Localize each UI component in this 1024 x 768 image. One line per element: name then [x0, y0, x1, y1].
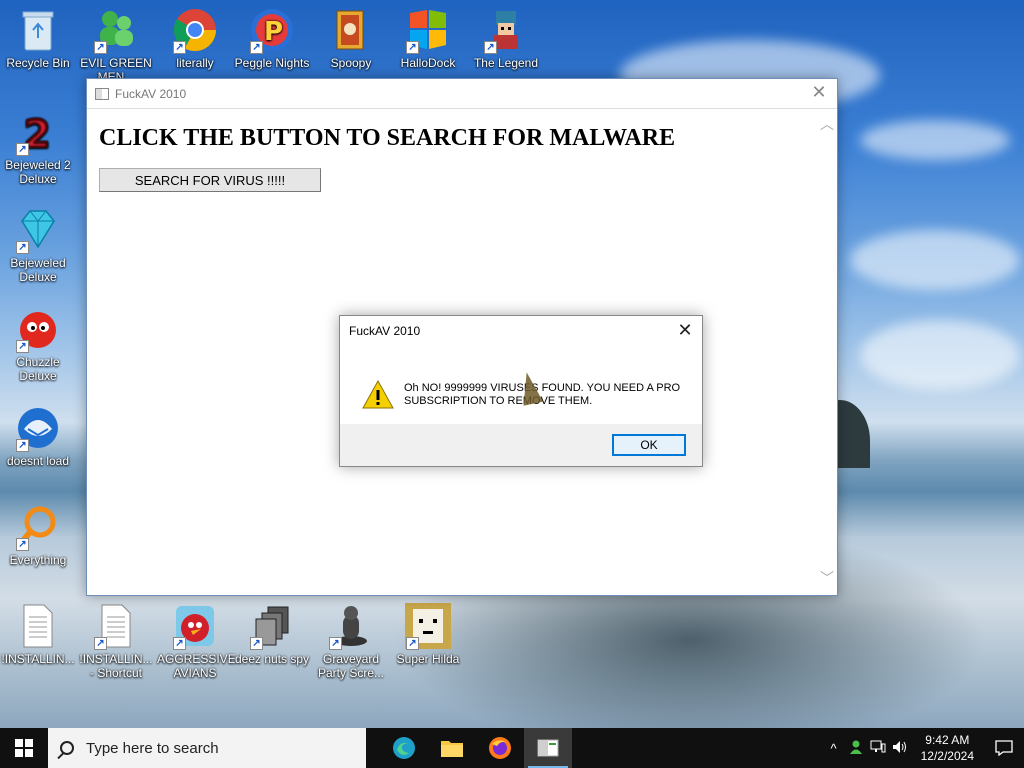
text-document-icon [14, 602, 62, 650]
clock-date: 12/2/2024 [920, 749, 974, 763]
shortcut-arrow-icon: ↗ [250, 637, 263, 650]
tray-person-icon[interactable] [845, 739, 867, 758]
hilda-pixel-icon: ↗ [404, 602, 452, 650]
desktop-icon-hallodock[interactable]: ↗ HalloDock [390, 6, 466, 70]
dialog-footer: OK [340, 424, 702, 466]
volume-icon[interactable] [889, 740, 911, 757]
wallpaper-cloud [860, 320, 1020, 390]
desktop-icon-bejeweled-2[interactable]: 2 ↗ Bejeweled 2 Deluxe [0, 108, 76, 186]
main-window-close-button[interactable]: ✕ [809, 84, 829, 104]
close-icon: ✕ [811, 82, 827, 103]
shortcut-arrow-icon: ↗ [16, 143, 29, 156]
page-headline: CLICK THE BUTTON TO SEARCH FOR MALWARE [99, 125, 676, 151]
green-men-icon: ↗ [92, 6, 140, 54]
desktop-icon-peggle-nights[interactable]: P ↗ Peggle Nights [234, 6, 310, 70]
shortcut-arrow-icon: ↗ [329, 637, 342, 650]
dialog-titlebar[interactable]: FuckAV 2010 [340, 316, 702, 346]
scroll-up-chevron-icon[interactable]: ︿ [819, 117, 835, 133]
desktop-icon-aggressive-avians[interactable]: ↗ AGGRESSIVE AVIANS [157, 602, 236, 680]
clock-time: 9:42 AM [925, 733, 970, 747]
taskbar-file-explorer-button[interactable] [428, 728, 476, 768]
recycle-bin-icon [14, 6, 62, 54]
bejeweled-2-icon: 2 ↗ [14, 108, 62, 156]
shortcut-arrow-icon: ↗ [16, 340, 29, 353]
dialog-title: FuckAV 2010 [349, 324, 421, 338]
desktop-icon-graveyard-party[interactable]: ↗ Graveyard Party Scre... [313, 602, 389, 680]
desktop-icon-recycle-bin[interactable]: Recycle Bin [0, 6, 76, 70]
angry-bird-icon: ↗ [171, 602, 219, 650]
shortcut-arrow-icon: ↗ [16, 538, 29, 551]
shortcut-arrow-icon: ↗ [484, 41, 497, 54]
legend-character-icon: ↗ [482, 6, 530, 54]
desktop-icon-evil-green-men[interactable]: ↗ EVIL GREEN MEN... [78, 6, 154, 84]
warning-icon [362, 380, 394, 409]
chuzzle-icon: ↗ [14, 305, 62, 353]
shortcut-arrow-icon: ↗ [406, 41, 419, 54]
graveyard-icon: ↗ [327, 602, 375, 650]
text-document-icon: ↗ [92, 602, 140, 650]
taskbar-firefox-button[interactable] [476, 728, 524, 768]
start-button[interactable] [0, 728, 48, 768]
everything-search-icon: ↗ [14, 503, 62, 551]
desktop-icon-chuzzle[interactable]: ↗ Chuzzle Deluxe [0, 305, 76, 383]
taskbar-edge-button[interactable] [380, 728, 428, 768]
search-icon [60, 741, 74, 755]
shortcut-arrow-icon: ↗ [173, 41, 186, 54]
stacked-windows-icon: ↗ [248, 602, 296, 650]
main-window-titlebar[interactable]: FuckAV 2010 [87, 79, 837, 109]
taskbar-search-box[interactable]: Type here to search [48, 728, 366, 768]
shortcut-arrow-icon: ↗ [250, 41, 263, 54]
shortcut-arrow-icon: ↗ [94, 637, 107, 650]
desktop-icon-spoopy[interactable]: Spoopy [313, 6, 389, 70]
desktop-icon-installing-1[interactable]: !INSTALLIN... [0, 602, 76, 666]
desktop-icon-super-hilda[interactable]: ↗ Super Hilda [390, 602, 466, 666]
taskbar-clock[interactable]: 9:42 AM 12/2/2024 [911, 732, 984, 764]
desktop-icon-everything[interactable]: ↗ Everything [0, 503, 76, 567]
svg-text:P: P [264, 17, 283, 47]
taskbar-fuckav-button[interactable] [524, 728, 572, 768]
app-window-icon [95, 87, 109, 100]
shortcut-arrow-icon: ↗ [406, 637, 419, 650]
search-for-virus-button[interactable]: SEARCH FOR VIRUS !!!!! [99, 168, 321, 192]
notification-icon [995, 740, 1013, 756]
desktop-icon-literally[interactable]: ↗ literally [157, 6, 233, 70]
dialog-message: Oh NO! 9999999 VIRUSES FOUND. YOU NEED A… [404, 382, 681, 407]
search-placeholder: Type here to search [86, 739, 219, 757]
scroll-down-chevron-icon[interactable]: ﹀ [819, 571, 835, 587]
close-icon: ✕ [677, 320, 693, 341]
shortcut-arrow-icon: ↗ [16, 241, 29, 254]
show-hidden-icons-chevron-icon[interactable]: ^ [823, 741, 845, 756]
desktop-icon-installing-shortcut[interactable]: ↗ !INSTALLIN... - Shortcut [78, 602, 154, 680]
folder-icon [441, 741, 463, 757]
chrome-icon: ↗ [171, 6, 219, 54]
thunderbird-icon: ↗ [14, 404, 62, 452]
system-tray: ^ 9:42 AM 12/2/2024 [823, 728, 1024, 768]
spoopy-icon [327, 6, 375, 54]
network-icon[interactable] [867, 740, 889, 757]
wallpaper-cloud [850, 230, 1020, 290]
windows-shield-icon: ↗ [404, 6, 452, 54]
edge-icon [393, 737, 415, 759]
desktop-icon-the-legend[interactable]: ↗ The Legend [468, 6, 544, 70]
desktop-icon-doesnt-load[interactable]: ↗ doesnt load [0, 404, 76, 468]
firefox-icon [489, 737, 511, 759]
windows-logo-icon [15, 739, 33, 757]
shortcut-arrow-icon: ↗ [94, 41, 107, 54]
desktop-icon-bejeweled[interactable]: ↗ Bejeweled Deluxe [0, 206, 76, 284]
shortcut-arrow-icon: ↗ [173, 637, 186, 650]
app-window-icon [537, 739, 559, 757]
taskbar: Type here to search ^ 9:42 AM 12/2/2024 [0, 728, 1024, 768]
desktop-icon-deez-nuts-spy[interactable]: ↗ deez nuts spy [234, 602, 310, 666]
dialog-close-button[interactable]: ✕ [674, 320, 696, 342]
shortcut-arrow-icon: ↗ [16, 439, 29, 452]
ok-button[interactable]: OK [612, 434, 686, 456]
main-window-title: FuckAV 2010 [115, 86, 187, 101]
wallpaper-cloud [860, 120, 1010, 160]
diamond-icon: ↗ [14, 206, 62, 254]
peggle-icon: P ↗ [248, 6, 296, 54]
notification-center-button[interactable] [984, 728, 1024, 768]
